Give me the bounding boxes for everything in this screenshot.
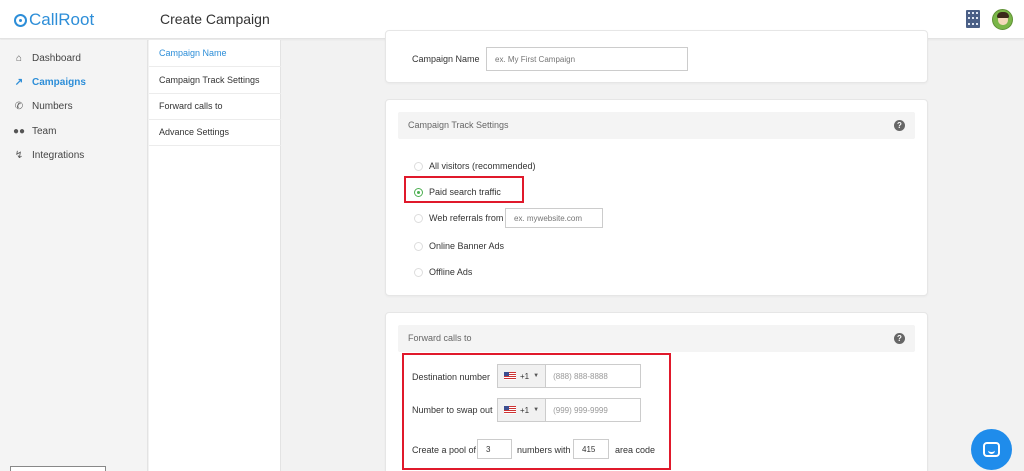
option-label: Online Banner Ads <box>429 241 505 251</box>
swap-number-label: Number to swap out <box>412 405 493 415</box>
section-item-track-settings[interactable]: Campaign Track Settings <box>149 67 281 94</box>
sidebar-item-team[interactable]: ●● Team <box>12 124 57 138</box>
chart-line-icon: ↗ <box>14 76 24 88</box>
forward-calls-card: Forward calls to ? Destination number +1… <box>385 312 928 471</box>
chat-icon <box>983 442 1000 457</box>
us-flag-icon <box>504 372 516 380</box>
avatar[interactable] <box>992 9 1013 30</box>
option-label: Offline Ads <box>429 267 473 277</box>
track-settings-header: Campaign Track Settings ? <box>398 112 915 139</box>
forward-calls-header: Forward calls to ? <box>398 325 915 352</box>
radio-button[interactable] <box>414 213 423 223</box>
integrations-icon: ↯ <box>14 149 24 161</box>
track-settings-card: Campaign Track Settings ? All visitors (… <box>385 99 928 296</box>
destination-number-field: +1 ▼ (888) 888-8888 <box>497 364 641 388</box>
logo-text: CallRoot <box>29 10 95 29</box>
logo-icon <box>14 13 27 27</box>
swap-number-input[interactable]: (999) 999-9999 <box>546 406 608 415</box>
option-web-referrals[interactable]: Web referrals from <box>414 212 503 224</box>
sidebar-item-campaigns[interactable]: ↗ Campaigns <box>12 75 86 89</box>
section-nav: Campaign Name Campaign Track Settings Fo… <box>149 40 281 471</box>
section-item-campaign-name[interactable]: Campaign Name <box>149 40 281 67</box>
sidebar-item-dashboard[interactable]: ⌂ Dashboard <box>12 51 81 65</box>
sidebar-item-integrations[interactable]: ↯ Integrations <box>12 148 84 162</box>
campaign-name-card: Campaign Name <box>385 30 928 83</box>
country-code-select[interactable]: +1 ▼ <box>498 365 547 387</box>
area-code-input[interactable] <box>573 439 609 459</box>
option-paid-search[interactable]: Paid search traffic <box>414 186 501 198</box>
sidebar: ⌂ Dashboard ↗ Campaigns ✆ Numbers ●● Tea… <box>0 40 148 471</box>
swap-number-field: +1 ▼ (999) 999-9999 <box>497 398 641 422</box>
pool-count-input[interactable] <box>477 439 512 459</box>
radio-button-checked[interactable] <box>414 187 423 197</box>
radio-button[interactable] <box>414 267 423 277</box>
option-offline-ads[interactable]: Offline Ads <box>414 266 472 278</box>
country-code: +1 <box>520 371 530 381</box>
sidebar-item-label: Numbers <box>32 100 73 112</box>
campaign-name-input[interactable] <box>486 47 688 71</box>
forward-calls-title: Forward calls to <box>408 333 472 343</box>
country-code: +1 <box>520 405 530 415</box>
pool-middle-label: numbers with <box>517 445 571 455</box>
help-icon[interactable]: ? <box>894 333 905 344</box>
track-settings-title: Campaign Track Settings <box>408 120 509 130</box>
pool-suffix-label: area code <box>615 445 656 455</box>
section-item-forward-calls[interactable]: Forward calls to <box>149 93 281 120</box>
option-label: All visitors (recommended) <box>429 161 536 171</box>
caret-down-icon: ▼ <box>533 407 540 413</box>
phone-icon: ✆ <box>14 100 24 112</box>
help-icon[interactable]: ? <box>894 120 905 131</box>
pool-prefix-label: Create a pool of <box>412 445 477 455</box>
sidebar-item-label: Integrations <box>32 149 85 161</box>
us-flag-icon <box>504 406 516 414</box>
section-item-advance-settings[interactable]: Advance Settings <box>149 119 281 146</box>
option-online-banner[interactable]: Online Banner Ads <box>414 240 504 252</box>
sidebar-item-label: Team <box>32 125 57 137</box>
team-icon: ●● <box>12 125 26 137</box>
page-title: Create Campaign <box>160 11 270 27</box>
team-select[interactable] <box>10 466 106 471</box>
destination-number-input[interactable]: (888) 888-8888 <box>546 372 608 381</box>
sidebar-item-numbers[interactable]: ✆ Numbers <box>12 99 73 113</box>
radio-button[interactable] <box>414 241 423 251</box>
home-icon: ⌂ <box>15 52 23 64</box>
option-label: Web referrals from <box>429 213 504 223</box>
sidebar-item-label: Campaigns <box>32 76 86 88</box>
building-icon[interactable] <box>966 10 980 28</box>
chat-launcher-button[interactable] <box>971 429 1012 470</box>
destination-number-label: Destination number <box>412 372 491 382</box>
country-code-select[interactable]: +1 ▼ <box>498 399 547 421</box>
referral-domain-input[interactable] <box>505 208 603 228</box>
logo[interactable]: CallRoot <box>14 10 94 30</box>
campaign-name-label: Campaign Name <box>412 54 480 64</box>
caret-down-icon: ▼ <box>533 373 540 379</box>
option-all-visitors[interactable]: All visitors (recommended) <box>414 160 536 172</box>
radio-button[interactable] <box>414 161 423 171</box>
option-label: Paid search traffic <box>429 187 501 197</box>
sidebar-item-label: Dashboard <box>32 52 81 64</box>
